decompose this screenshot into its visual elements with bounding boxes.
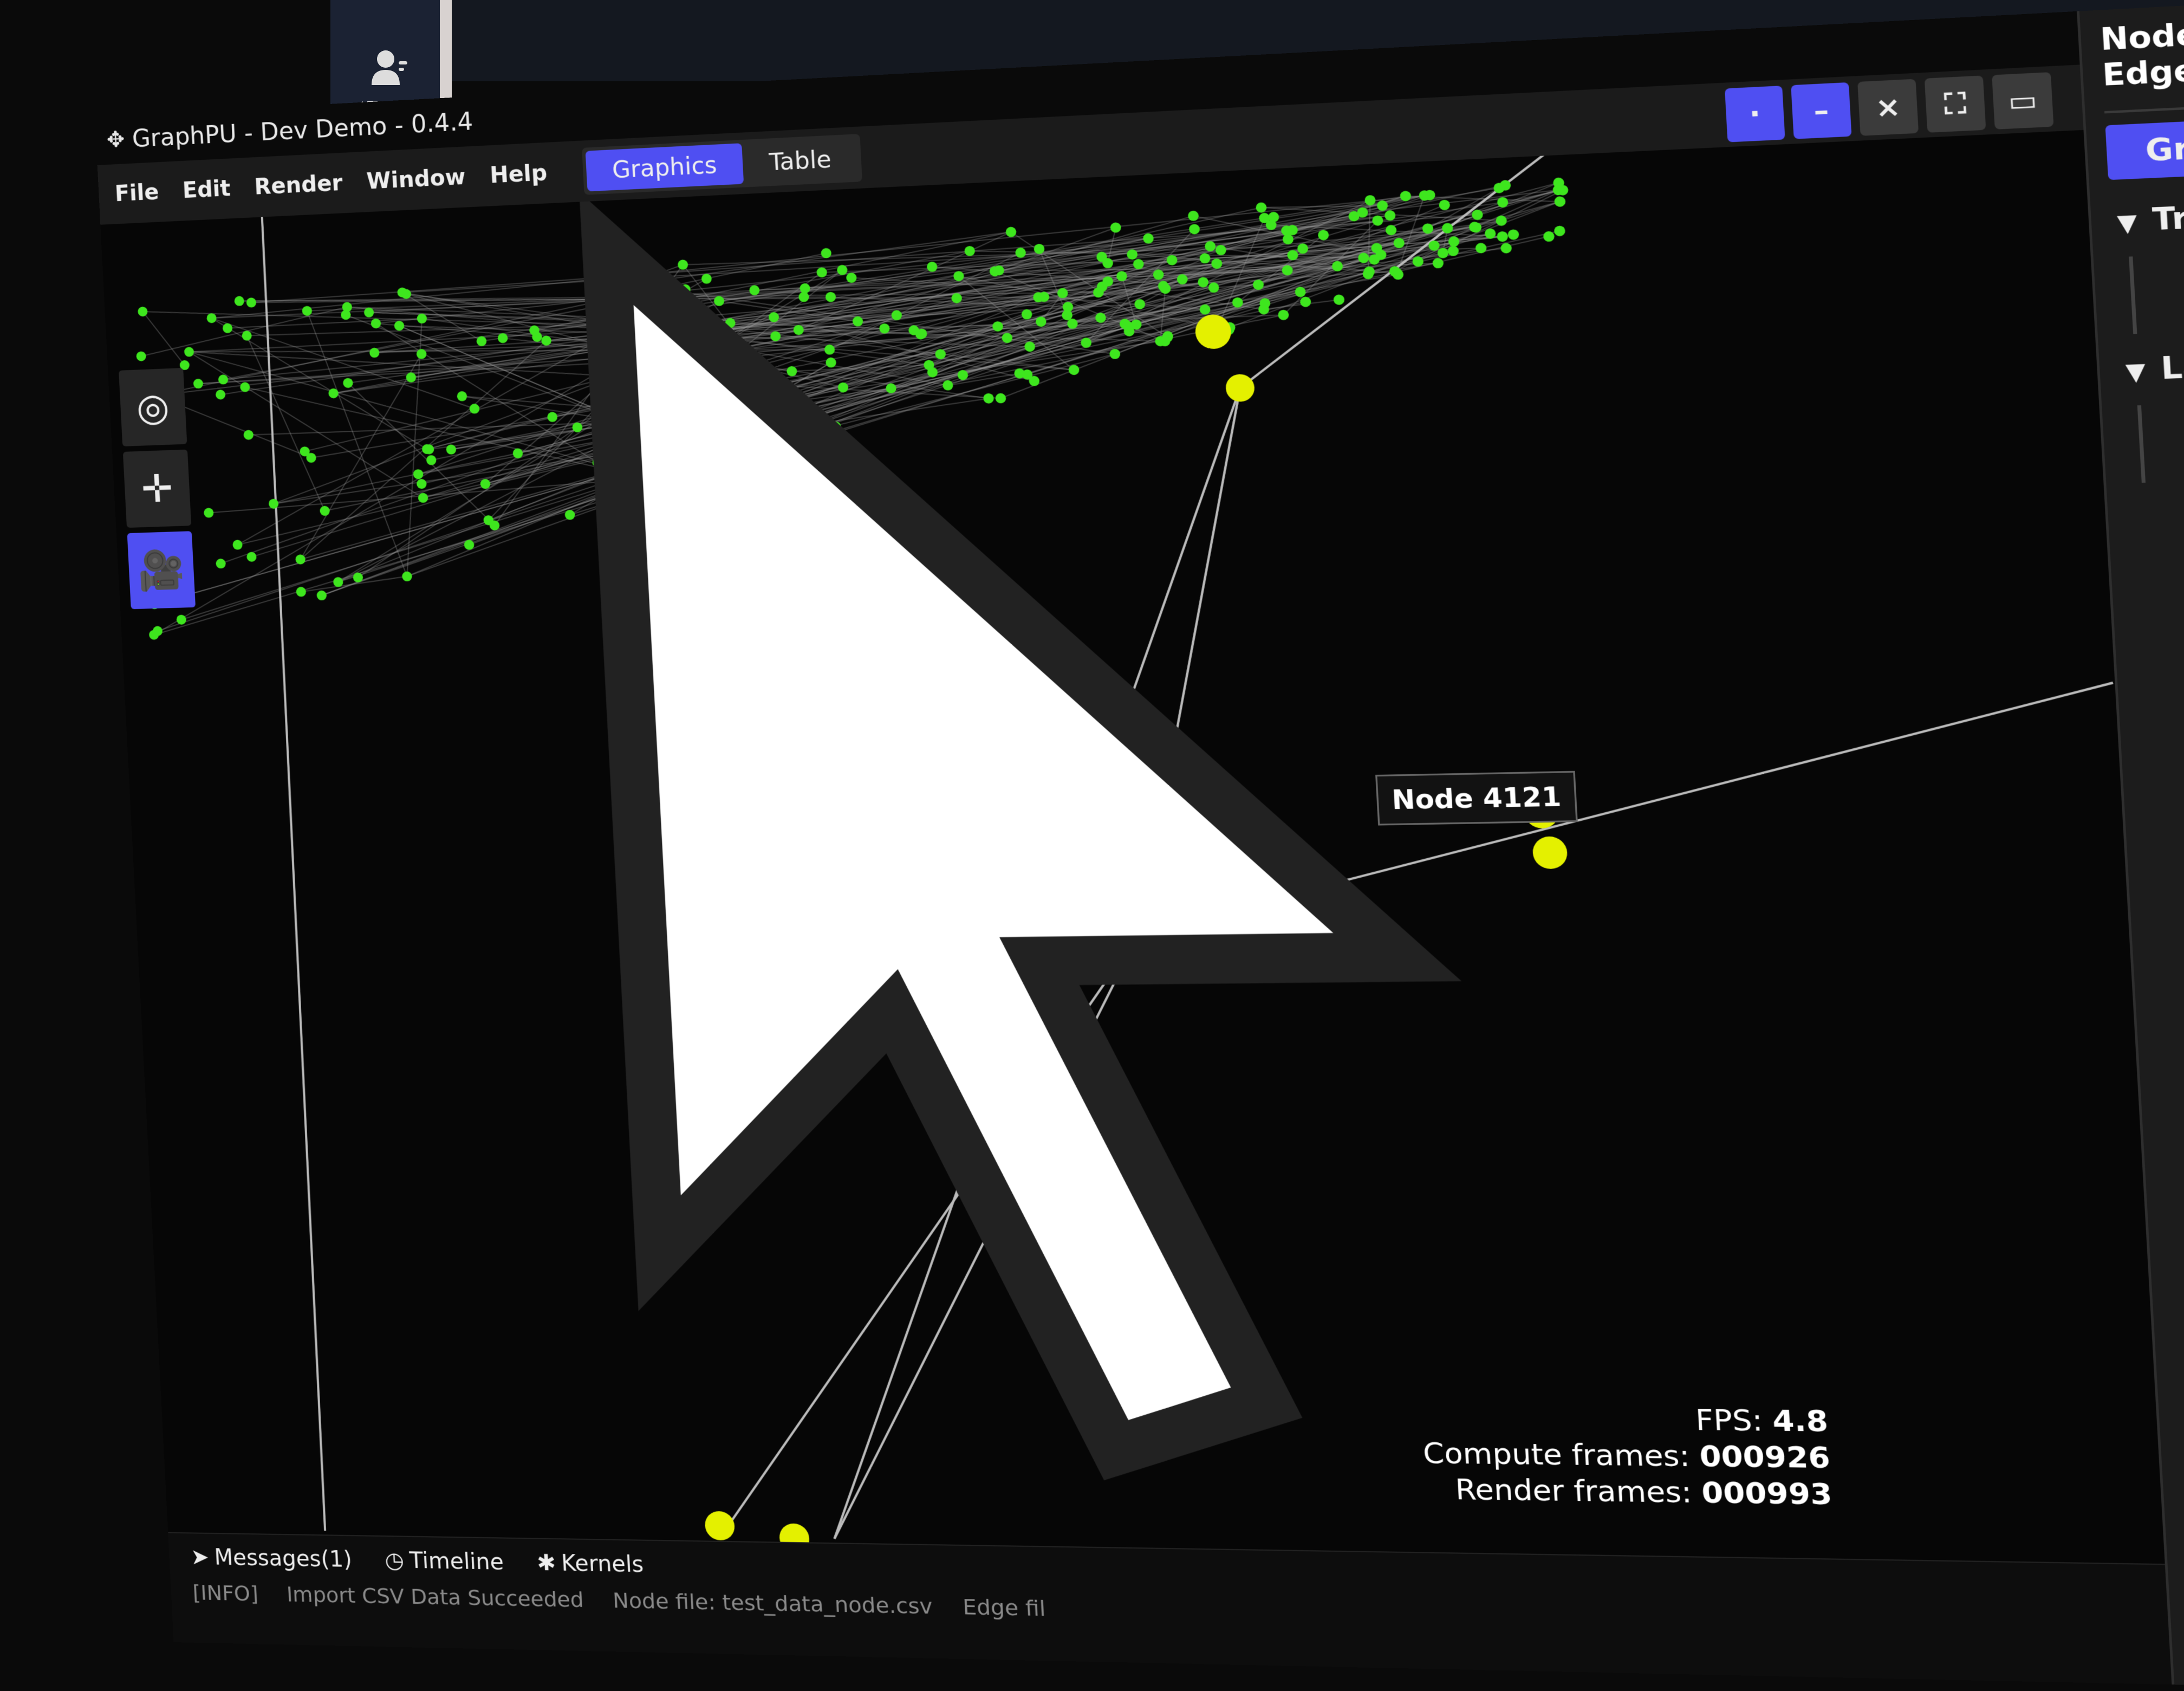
compute-frames-value: 000926: [1699, 1439, 1831, 1475]
menu-file[interactable]: File: [114, 179, 159, 206]
tab-kernels[interactable]: ✱ Kernels: [536, 1550, 644, 1578]
contact-icon[interactable]: [368, 46, 412, 89]
close-button[interactable]: ×: [1857, 79, 1919, 136]
graphpu-window: ✥ GraphPU - Dev Demo - 0.4.4 File Edit R…: [95, 0, 2184, 1691]
messages-icon: ➤: [190, 1544, 210, 1570]
dot-button[interactable]: ·: [1725, 86, 1785, 142]
kernels-icon: ✱: [536, 1550, 557, 1576]
render-frames-value: 000993: [1700, 1475, 1834, 1512]
section-layout-label: Layout: [2160, 346, 2184, 387]
node-file-label: Node File: test_d: [2099, 5, 2184, 58]
section-transform-body: [2129, 245, 2184, 334]
stats-overlay: FPS: 4.8 Compute frames: 000926 Render f…: [1420, 1400, 1834, 1513]
window-title: GraphPU - Dev Demo - 0.4.4: [131, 107, 474, 153]
window-mode-button[interactable]: ▭: [1992, 72, 2054, 129]
tab-graphics[interactable]: Graphics: [585, 142, 744, 191]
side-tab-graph[interactable]: Graph: [2105, 116, 2184, 180]
fps-label: FPS:: [1694, 1403, 1764, 1438]
graph-viewport[interactable]: ◎ ✛ 🎥 Node 4121 FPS: 4.8 Compute frames:…: [100, 129, 2168, 1565]
timeline-icon: ◷: [384, 1547, 405, 1573]
menu-edit[interactable]: Edit: [182, 176, 231, 204]
section-layout-body: Me: [2137, 396, 2184, 483]
fullscreen-button[interactable]: ⛶: [1924, 75, 1986, 133]
section-transform-header[interactable]: ▼ Transform: [2089, 173, 2184, 258]
tab-messages-label: Messages(1): [213, 1545, 353, 1573]
fps-value: 4.8: [1771, 1403, 1829, 1439]
close-icon: ×: [1874, 90, 1902, 125]
fullscreen-icon: ⛶: [1943, 87, 1967, 121]
log-level: [INFO]: [192, 1580, 259, 1606]
section-layout-header[interactable]: ▼ Layout: [2098, 323, 2184, 406]
node-tooltip: Node 4121: [1375, 770, 1578, 826]
menu-window[interactable]: Window: [366, 164, 466, 195]
view-tabs: Graphics Table: [581, 133, 862, 195]
app-logo-icon: ✥: [106, 127, 126, 153]
collapse-caret-icon: ▼: [2116, 209, 2138, 238]
tab-messages[interactable]: ➤ Messages(1): [190, 1545, 353, 1573]
tab-timeline[interactable]: ◷ Timeline: [384, 1547, 504, 1575]
tab-kernels-label: Kernels: [561, 1550, 645, 1578]
tab-table[interactable]: Table: [742, 137, 859, 184]
section-transform-label: Transform: [2151, 193, 2184, 238]
log-edge-file: Edge fil: [962, 1594, 1046, 1621]
window-icon: ▭: [2007, 83, 2038, 118]
dot-icon: ·: [1748, 97, 1761, 131]
menu-render[interactable]: Render: [253, 170, 343, 199]
render-frames-label: Render frames:: [1454, 1473, 1693, 1509]
collapse-caret-icon: ▼: [2124, 358, 2147, 386]
compute-frames-label: Compute frames:: [1422, 1436, 1691, 1474]
log-node-file: Node file: test_data_node.csv: [612, 1588, 933, 1619]
minus-icon: –: [1812, 94, 1830, 128]
file-info: Node File: test_d Edge File: small_: [2079, 0, 2184, 106]
mouse-cursor-icon: [100, 130, 2167, 1565]
tab-timeline-label: Timeline: [408, 1548, 505, 1576]
menu-help[interactable]: Help: [489, 160, 548, 189]
side-tabs: Graph No: [2085, 106, 2184, 187]
log-message: Import CSV Data Succeeded: [285, 1582, 584, 1612]
minus-button[interactable]: –: [1791, 82, 1852, 139]
